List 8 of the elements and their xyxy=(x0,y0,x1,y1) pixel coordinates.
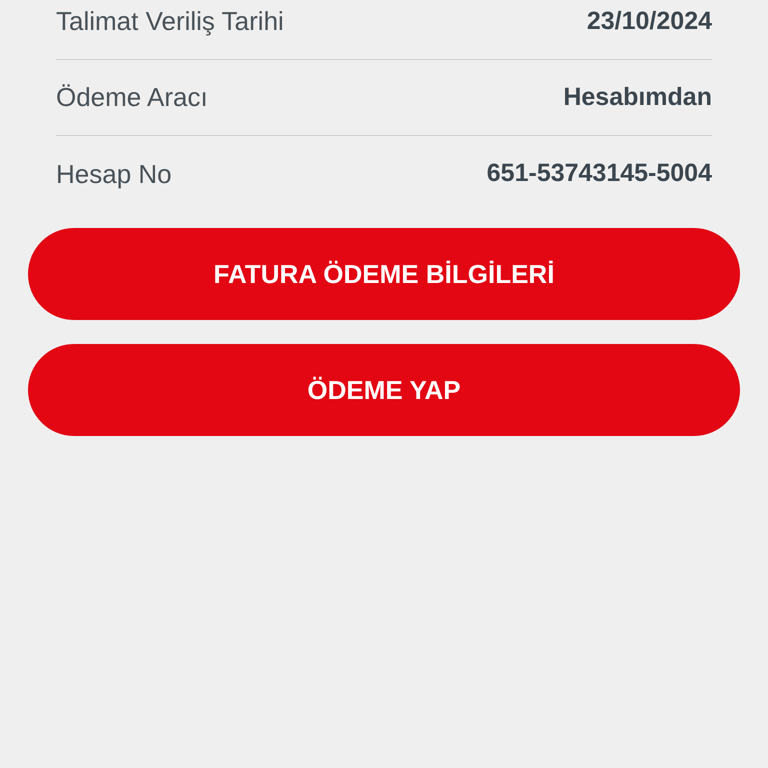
action-button[interactable]: ÖDEME YAP xyxy=(28,344,740,436)
detail-value: 651-53743145-5004 xyxy=(486,158,712,190)
detail-label: Ödeme Aracı xyxy=(56,81,208,114)
detail-label: Talimat Veriliş Tarihi xyxy=(56,5,284,38)
detail-value: 23/10/2024 xyxy=(586,6,712,37)
detail-label: Hesap No xyxy=(56,158,172,190)
action-button[interactable]: FATURA ÖDEME BİLGİLERİ xyxy=(28,228,740,320)
detail-value: Hesabımdan xyxy=(563,82,712,113)
